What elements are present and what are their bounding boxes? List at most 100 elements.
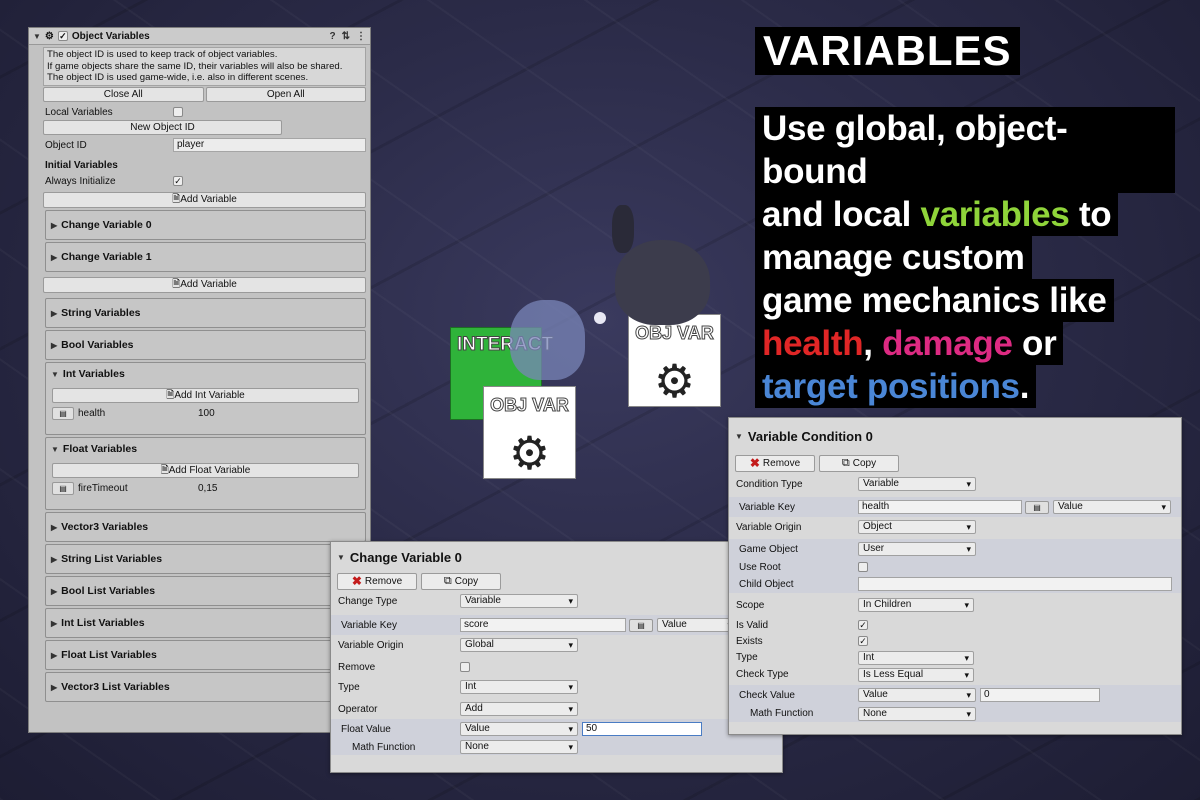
int-list-variables-section[interactable]: ▶ Int List Variables (45, 608, 366, 639)
remove-button[interactable]: ✖ Remove (735, 454, 815, 472)
exists-checkbox[interactable]: ✓ (858, 636, 868, 646)
change-type-dropdown[interactable]: Variable (460, 594, 578, 608)
copy-button[interactable]: ⧉ Copy (819, 454, 899, 472)
add-variable-label: Add Variable (180, 279, 237, 291)
section-title: String List Variables (61, 553, 163, 566)
always-initialize-checkbox[interactable]: ✓ (173, 176, 183, 187)
is-valid-row: Is Valid ✓ (729, 617, 1181, 633)
remove-checkbox[interactable] (460, 662, 470, 672)
add-float-variable-button[interactable]: 🗎Add Float Variable (52, 463, 359, 479)
variable-key-mode-dropdown[interactable]: Value (657, 618, 737, 632)
variable-menu-button[interactable]: ▤ (52, 407, 74, 421)
remove-button[interactable]: ✖ Remove (337, 572, 417, 590)
variable-condition-header[interactable]: ▼ Variable Condition 0 (729, 418, 1181, 454)
objvar-label: OBJ VAR (635, 323, 715, 344)
int-variable-name[interactable]: health (78, 408, 198, 419)
variable-origin-label: Variable Origin (736, 521, 802, 533)
close-all-button[interactable]: Close All (43, 87, 204, 103)
condition-type-label: Condition Type (736, 478, 803, 490)
copy-icon: ⧉ (443, 574, 452, 587)
change-variable-title: Change Variable 0 (349, 549, 462, 565)
foldout-arrow-icon[interactable]: ▼ (33, 32, 41, 41)
variable-origin-label: Variable Origin (338, 639, 404, 651)
variable-menu-button[interactable]: ▤ (52, 482, 74, 496)
child-object-row: Child Object (729, 575, 1181, 593)
string-variables-section[interactable]: ▶ String Variables (45, 298, 366, 329)
bool-list-variables-section[interactable]: ▶ Bool List Variables (45, 576, 366, 607)
headline: VARIABLES (755, 27, 1020, 75)
operator-dropdown[interactable]: Add (460, 702, 578, 716)
copy-button[interactable]: ⧉ Copy (421, 572, 501, 590)
help-icon[interactable]: ? (330, 31, 336, 42)
is-valid-checkbox[interactable]: ✓ (858, 620, 868, 630)
change-variable-header[interactable]: ▼ Change Variable 0 (331, 542, 782, 572)
info-line: If game objects share the same ID, their… (47, 60, 343, 72)
add-float-variable-label: Add Float Variable (168, 465, 251, 477)
local-variables-label: Local Variables (45, 106, 113, 118)
variable-origin-dropdown[interactable]: Object (858, 520, 976, 534)
foldout-right-icon: ▶ (51, 586, 58, 596)
condition-type-row: Condition Type Variable (729, 474, 1181, 494)
float-value-mode-dropdown[interactable]: Value (460, 722, 578, 736)
type-dropdown[interactable]: Int (858, 650, 974, 665)
menu-icon[interactable]: ⋮ (356, 31, 366, 42)
local-variables-checkbox[interactable] (173, 107, 183, 118)
section-title: Int Variables (62, 368, 125, 381)
math-function-dropdown[interactable]: None (858, 706, 976, 721)
section-title: Vector3 List Variables (61, 681, 170, 694)
float-list-variables-section[interactable]: ▶ Float List Variables (45, 640, 366, 671)
object-id-row: Object ID player (45, 137, 370, 153)
new-object-id-button[interactable]: New Object ID (43, 120, 282, 136)
float-variables-foldout[interactable]: ▼ Float Variables (46, 438, 365, 460)
scope-label: Scope (736, 599, 765, 611)
remove-icon: ✖ (749, 456, 760, 470)
add-variable-button-2[interactable]: 🗎Add Variable (43, 277, 366, 294)
variable-origin-row: Variable Origin Global (331, 635, 782, 655)
variable-key-menu-button[interactable]: ▤ (629, 618, 653, 632)
change-variable-0-section[interactable]: ▶ Change Variable 0 (45, 210, 366, 241)
vector3-variables-section[interactable]: ▶ Vector3 Variables (45, 512, 366, 543)
float-value-field[interactable]: 50 (582, 722, 702, 736)
open-all-button[interactable]: Open All (205, 87, 366, 103)
math-function-label: Math Function (352, 741, 416, 753)
variable-origin-dropdown[interactable]: Global (460, 638, 578, 652)
float-variable-value[interactable]: 0,15 (198, 483, 217, 494)
variable-key-field[interactable]: score (460, 618, 626, 632)
int-variables-foldout[interactable]: ▼ Int Variables (46, 363, 365, 385)
use-root-checkbox[interactable] (858, 562, 868, 572)
scope-dropdown[interactable]: In Children (858, 598, 974, 612)
add-int-variable-button[interactable]: 🗎Add Int Variable (52, 388, 359, 404)
int-variable-value[interactable]: 100 (198, 408, 215, 419)
math-function-dropdown[interactable]: None (460, 740, 578, 754)
string-list-variables-section[interactable]: ▶ String List Variables (45, 544, 366, 575)
add-variable-button[interactable]: 🗎Add Variable (43, 192, 366, 209)
change-variable-1-section[interactable]: ▶ Change Variable 1 (45, 242, 366, 273)
float-value-label: Float Value (341, 723, 391, 735)
foldout-right-icon: ▶ (51, 522, 58, 532)
child-object-field[interactable] (858, 577, 1172, 591)
blurb-health-highlight: health (762, 324, 864, 363)
check-type-dropdown[interactable]: Is Less Equal (858, 667, 974, 682)
variable-key-mode-dropdown[interactable]: Value (1053, 500, 1171, 514)
type-row: Type Int (729, 649, 1181, 666)
game-object-dropdown[interactable]: User (858, 542, 976, 556)
object-id-field[interactable]: player (173, 138, 366, 153)
int-variable-row: ▤ health 100 (52, 407, 359, 421)
bool-variables-section[interactable]: ▶ Bool Variables (45, 330, 366, 361)
foldout-right-icon: ▶ (51, 252, 58, 262)
variable-key-menu-button[interactable]: ▤ (1025, 500, 1049, 514)
change-variable-panel: ▼ Change Variable 0 ✖ Remove ⧉ Copy Change… (330, 541, 783, 773)
vector3-list-variables-section[interactable]: ▶ Vector3 List Variables (45, 672, 366, 703)
check-value-field[interactable]: 0 (980, 688, 1100, 702)
variable-key-field[interactable]: health (858, 500, 1022, 514)
component-enabled-checkbox[interactable]: ✓ (57, 31, 68, 41)
foldout-down-icon: ▼ (51, 444, 59, 454)
type-dropdown[interactable]: Int (460, 680, 578, 694)
object-variables-gizmo-2: OBJ VAR ⚙ (483, 386, 576, 479)
condition-type-dropdown[interactable]: Variable (858, 477, 976, 491)
check-value-mode-dropdown[interactable]: Value (858, 688, 976, 702)
blurb-text: to (1069, 195, 1112, 234)
settings-icon[interactable]: ⇅ (342, 31, 350, 42)
float-variable-name[interactable]: fireTimeout (78, 483, 198, 494)
object-id-info: The object ID is used to keep track of o… (43, 47, 366, 87)
